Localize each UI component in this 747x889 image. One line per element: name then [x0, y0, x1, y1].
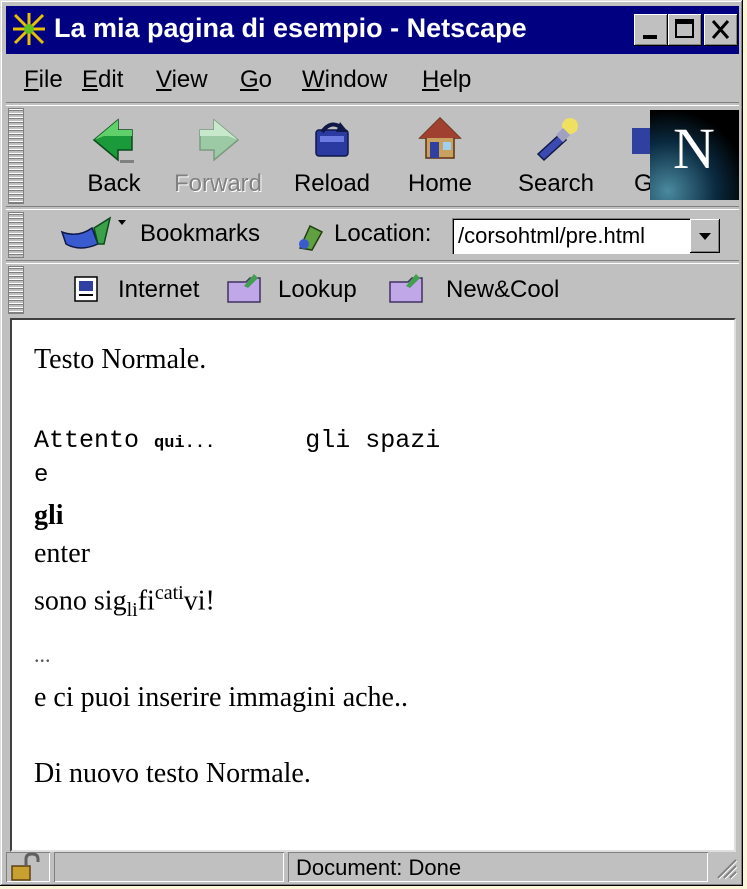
- status-text: Document: Done: [296, 855, 462, 880]
- search-label: Search: [517, 170, 595, 197]
- pre-part-1: Attento: [34, 426, 155, 455]
- status-text-cell: Document: Done: [288, 852, 708, 882]
- newcool-folder-icon: [389, 274, 423, 303]
- bookmarks-label[interactable]: Bookmarks: [140, 220, 260, 248]
- newcool-link[interactable]: New&Cool: [446, 276, 559, 304]
- menu-file[interactable]: File: [24, 66, 63, 94]
- minimize-button[interactable]: [634, 14, 668, 46]
- internet-bookmark-icon: [74, 276, 98, 302]
- forward-arrow-icon: [199, 118, 240, 162]
- menu-help-accel: H: [422, 66, 440, 93]
- pre-e-line: e: [34, 462, 49, 489]
- text-normal-again-line: Di nuovo testo Normale.: [34, 758, 311, 789]
- bookmarks-icon[interactable]: [58, 214, 136, 254]
- maximize-icon: [675, 19, 694, 38]
- page-content[interactable]: Testo Normale. Attento qui... gli spazi …: [10, 318, 736, 852]
- menu-view[interactable]: View: [156, 66, 208, 94]
- location-label: Location:: [334, 220, 432, 247]
- back-button[interactable]: Back: [66, 110, 162, 204]
- home-button[interactable]: Home: [392, 110, 488, 204]
- menu-file-accel: F: [24, 66, 39, 93]
- internet-link[interactable]: Internet: [118, 276, 199, 304]
- home-icon: [418, 116, 462, 159]
- security-cell[interactable]: [6, 852, 50, 882]
- enter-line: enter: [34, 538, 90, 569]
- location-input[interactable]: /corsohtml/pre.html: [452, 218, 690, 254]
- toolbar-separator: [6, 260, 739, 264]
- menu-go-rest: o: [258, 66, 273, 93]
- sub-sup-line: sono siglificativi!: [34, 582, 215, 622]
- status-bar: Document: Done: [6, 850, 739, 884]
- menu-go[interactable]: Go: [240, 66, 272, 94]
- fi-text: fi: [137, 585, 155, 617]
- location-toolbar-grip[interactable]: [8, 212, 24, 258]
- superscript-text: cati: [154, 582, 184, 604]
- menu-go-accel: G: [240, 66, 259, 93]
- home-label: Home: [407, 170, 473, 197]
- svg-text:N: N: [673, 116, 715, 181]
- chevron-down-icon: [699, 233, 711, 240]
- netscape-logo[interactable]: N: [650, 110, 739, 200]
- netscape-app-icon[interactable]: [12, 12, 46, 46]
- menu-window[interactable]: Window: [302, 66, 387, 94]
- menu-view-rest: iew: [171, 66, 208, 93]
- close-button[interactable]: [704, 14, 738, 46]
- maximize-button[interactable]: [668, 14, 702, 46]
- menu-view-accel: V: [156, 66, 172, 93]
- toolbar-separator: [6, 102, 739, 106]
- menu-window-rest: indow: [324, 66, 388, 93]
- menu-window-accel: W: [302, 66, 325, 93]
- search-flashlight-icon: [536, 118, 578, 162]
- menu-help[interactable]: Help: [422, 66, 471, 94]
- reload-button[interactable]: Reload: [284, 110, 380, 204]
- pre-small-text: qui...: [154, 434, 216, 453]
- browser-window: La mia pagina di esempio - Netscape File…: [0, 0, 747, 886]
- reload-label: Reload: [293, 170, 371, 197]
- back-label: Back: [87, 170, 141, 197]
- unlocked-padlock-icon: [11, 852, 40, 881]
- forward-label: Forward: [173, 170, 263, 197]
- lookup-link[interactable]: Lookup: [278, 276, 357, 304]
- back-arrow-icon: [92, 118, 134, 163]
- close-icon: [711, 20, 730, 39]
- progress-cell: [54, 852, 284, 882]
- location-page-icon[interactable]: [294, 220, 328, 252]
- menu-edit-accel: E: [82, 66, 99, 93]
- bold-gli-line: gli: [34, 500, 64, 531]
- sono-suffix: vi!: [183, 585, 215, 617]
- menu-edit-rest: dit: [98, 66, 124, 93]
- netscape-n-logo-icon: N: [650, 110, 739, 200]
- nav-toolbar-grip[interactable]: [8, 108, 24, 204]
- images-line: e ci puoi inserire immagini ache..: [34, 682, 408, 713]
- sono-prefix: sono sig: [34, 585, 127, 617]
- personal-toolbar-grip[interactable]: [8, 266, 24, 314]
- menu-bar: File Edit View Go Window Help: [6, 58, 739, 100]
- menu-file-rest: ile: [38, 66, 63, 93]
- location-dropdown-button[interactable]: [690, 219, 720, 253]
- reload-icon: [315, 122, 349, 157]
- ellipsis-line: ...: [34, 642, 51, 667]
- preformatted-line: Attento qui... gli spazi: [34, 426, 440, 455]
- toolbar-separator: [6, 206, 739, 210]
- menu-help-rest: elp: [439, 66, 472, 93]
- forward-button[interactable]: Forward: [170, 110, 266, 204]
- title-bar[interactable]: La mia pagina di esempio - Netscape: [6, 6, 739, 54]
- search-button[interactable]: Search: [508, 110, 604, 204]
- subscript-text: li: [126, 598, 138, 621]
- text-normal-line: Testo Normale.: [34, 344, 207, 375]
- pre-part-2: gli spazi: [215, 426, 441, 455]
- window-title: La mia pagina di esempio - Netscape: [54, 13, 527, 43]
- minimize-icon: [643, 35, 657, 39]
- guide-button[interactable]: G: [598, 110, 658, 204]
- menu-edit[interactable]: Edit: [82, 66, 123, 94]
- lookup-folder-icon: [227, 274, 261, 303]
- resize-grip-icon[interactable]: [712, 854, 738, 882]
